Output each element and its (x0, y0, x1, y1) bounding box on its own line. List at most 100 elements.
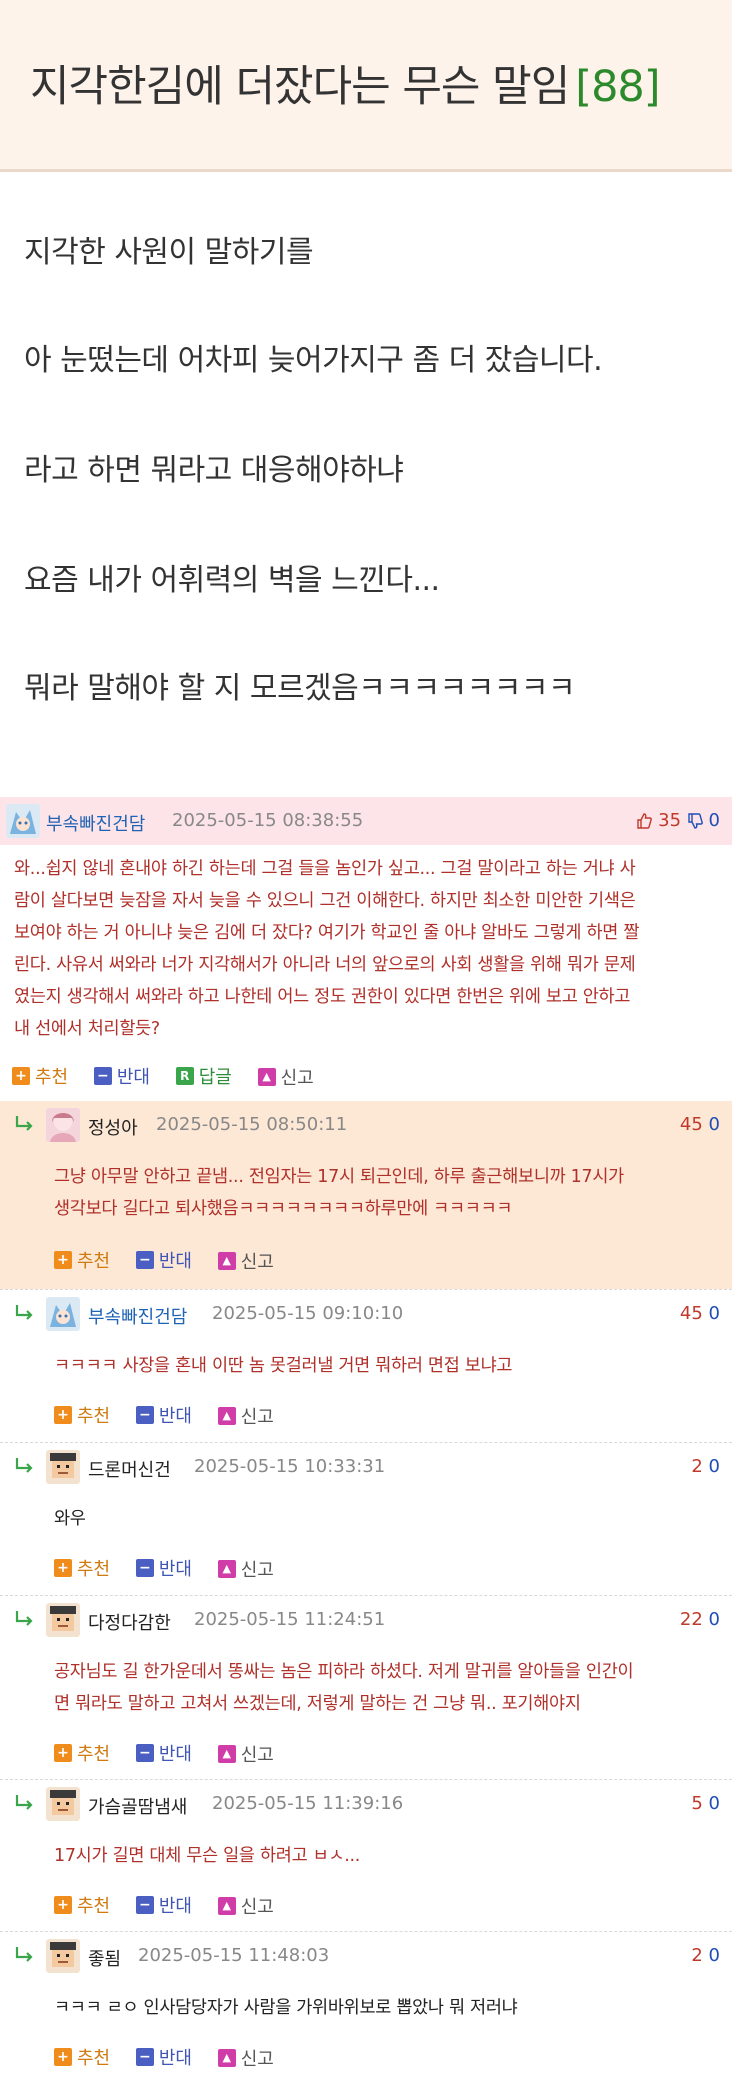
plus-icon: + (54, 1251, 72, 1269)
reply-arrow-icon (14, 1610, 34, 1628)
recommend-button[interactable]: + 추천 (54, 1892, 110, 1918)
minus-icon: − (135, 1251, 154, 1269)
recommend-button[interactable]: + 추천 (54, 1402, 110, 1428)
comment-header: 다정다감한 2025-05-15 11:24:51 22 0 (0, 1596, 732, 1644)
report-button[interactable]: ▲ 신고 (257, 1064, 314, 1090)
comment-text-line: 생각보다 길다고 퇴사했음ㅋㅋㅋㅋㅋㅋㅋㅋ하루만에 ㅋㅋㅋㅋㅋ (54, 1199, 513, 1219)
comment-text-line: 와...쉽지 않네 혼내야 하긴 하는데 그걸 들을 놈인가 싶고... 그걸 … (14, 859, 636, 879)
avatar[interactable] (46, 1939, 80, 1973)
comment-date: 2025-05-15 11:24:51 (194, 1609, 386, 1630)
recommend-button[interactable]: + 추천 (54, 2044, 110, 2070)
comment-text-line: ㅋㅋㅋ ㄹㅇ 인사담당자가 사람을 가위바위보로 뽑았나 뭐 저러냐 (54, 1998, 518, 2018)
reply-arrow-icon (14, 1304, 34, 1322)
comment-author[interactable]: 부속빠진건담 (46, 810, 145, 836)
siren-icon: ▲ (217, 1559, 236, 1578)
recommend-button[interactable]: + 추천 (12, 1063, 68, 1089)
minus-icon: − (135, 1896, 154, 1914)
comment-text: 공자님도 길 한가운데서 똥싸는 놈은 피하라 하셨다. 저게 말귀를 알아들을… (54, 1656, 724, 1720)
comment-actions: + 추천 − 반대 ▲ 신고 (54, 2044, 294, 2072)
post-body-line: 지각한 사원이 말하기를 (24, 235, 314, 270)
comment-item: 부속빠진건담 2025-05-15 09:10:10 45 0 ㅋㅋㅋㅋ 사장을… (0, 1289, 732, 1442)
vote-counts: 5 0 (691, 1793, 720, 1814)
vote-counts: 35 0 (636, 810, 720, 834)
avatar[interactable] (46, 1297, 80, 1331)
recommend-label: 추천 (77, 1744, 111, 1765)
comment-date: 2025-05-15 09:10:10 (212, 1303, 404, 1324)
report-button[interactable]: ▲ 신고 (217, 2045, 274, 2071)
avatar[interactable] (46, 1108, 80, 1142)
upvote-count: 22 (679, 1609, 703, 1630)
report-button[interactable]: ▲ 신고 (217, 1403, 274, 1429)
siren-icon: ▲ (217, 1744, 236, 1763)
oppose-button[interactable]: − 반대 (135, 2044, 192, 2070)
post-title-text: 지각한김에 더잤다는 무슨 말임 (30, 62, 570, 112)
oppose-label: 반대 (158, 1744, 192, 1765)
vote-counts: 2 0 (691, 1456, 720, 1477)
comment-text-line: 람이 살다보면 늦잠을 자서 늦을 수 있으니 그건 이해한다. 하지만 최소한… (14, 891, 636, 911)
oppose-button[interactable]: − 반대 (135, 1247, 192, 1273)
oppose-button[interactable]: − 반대 (135, 1892, 192, 1918)
avatar[interactable] (6, 804, 40, 838)
reply-icon: R (175, 1067, 194, 1085)
report-label: 신고 (240, 1744, 274, 1766)
post-title-bar: 지각한김에 더잤다는 무슨 말임 [88] (0, 0, 732, 172)
oppose-button[interactable]: − 반대 (135, 1555, 192, 1581)
comment-text: 17시가 길면 대체 무슨 일을 하려고 ㅂㅅ... (54, 1840, 724, 1872)
oppose-button[interactable]: − 반대 (135, 1402, 192, 1428)
minus-icon: − (135, 2048, 154, 2066)
comment-author[interactable]: 좋됨 (88, 1945, 121, 1971)
plus-icon: + (54, 1744, 72, 1762)
downvote-count: 0 (708, 1456, 720, 1477)
comment-actions: + 추천 − 반대 ▲ 신고 (54, 1740, 294, 1768)
downvote-count: 0 (708, 1303, 720, 1324)
comment-author[interactable]: 정성아 (88, 1114, 138, 1140)
avatar[interactable] (46, 1450, 80, 1484)
report-button[interactable]: ▲ 신고 (217, 1248, 274, 1274)
comment-author[interactable]: 부속빠진건담 (88, 1303, 187, 1329)
oppose-label: 반대 (158, 2048, 192, 2069)
comment-author[interactable]: 드론머신건 (88, 1456, 171, 1482)
comment-text: 와...쉽지 않네 혼내야 하긴 하는데 그걸 들을 놈인가 싶고... 그걸 … (14, 853, 724, 1045)
post-body-line: 아 눈떴는데 어차피 늦어가지구 좀 더 잤습니다. (24, 343, 603, 378)
comment-header: 부속빠진건담 2025-05-15 08:38:55 35 0 (0, 797, 732, 845)
recommend-label: 추천 (77, 2048, 111, 2069)
minus-icon: − (135, 1406, 154, 1424)
recommend-button[interactable]: + 추천 (54, 1555, 110, 1581)
report-label: 신고 (240, 2048, 274, 2070)
oppose-label: 반대 (158, 1251, 192, 1272)
comment-text: ㅋㅋㅋ ㄹㅇ 인사담당자가 사람을 가위바위보로 뽑았나 뭐 저러냐 (54, 1992, 724, 2024)
recommend-button[interactable]: + 추천 (54, 1740, 110, 1766)
comment-item: 가슴골땀냄새 2025-05-15 11:39:16 5 0 17시가 길면 대… (0, 1779, 732, 1931)
comment-author[interactable]: 다정다감한 (88, 1609, 171, 1635)
vote-counts: 2 0 (691, 1945, 720, 1966)
report-button[interactable]: ▲ 신고 (217, 1893, 274, 1919)
reply-button[interactable]: R 답글 (175, 1063, 232, 1089)
upvote-count: 45 (679, 1114, 703, 1135)
recommend-label: 추천 (35, 1067, 69, 1088)
report-label: 신고 (280, 1067, 314, 1089)
comment-actions: + 추천 − 반대 ▲ 신고 (54, 1555, 294, 1583)
comment-item: 다정다감한 2025-05-15 11:24:51 22 0 공자님도 길 한가… (0, 1595, 732, 1779)
plus-icon: + (54, 2048, 72, 2066)
comment-text-line: 보여야 하는 거 아니냐 늦은 김에 더 잤다? 여기가 학교인 줄 아냐 알바… (14, 923, 640, 943)
reply-arrow-icon (14, 1457, 34, 1475)
avatar[interactable] (46, 1603, 80, 1637)
comment-item: 드론머신건 2025-05-15 10:33:31 2 0 와우 + 추천 − 반대… (0, 1442, 732, 1595)
post-title: 지각한김에 더잤다는 무슨 말임 [88] (30, 52, 661, 114)
report-button[interactable]: ▲ 신고 (217, 1556, 274, 1582)
comment-header: 가슴골땀냄새 2025-05-15 11:39:16 5 0 (0, 1780, 732, 1828)
report-button[interactable]: ▲ 신고 (217, 1741, 274, 1767)
downvote-count: 0 (708, 1945, 720, 1966)
vote-counts: 22 0 (680, 1609, 720, 1630)
thumbs-down-icon (687, 813, 703, 834)
oppose-button[interactable]: − 반대 (93, 1063, 150, 1089)
comment-text-line: 17시가 길면 대체 무슨 일을 하려고 ㅂㅅ... (54, 1846, 361, 1866)
recommend-button[interactable]: + 추천 (54, 1247, 110, 1273)
siren-icon: ▲ (217, 2048, 236, 2067)
comment-author[interactable]: 가슴골땀냄새 (88, 1793, 187, 1819)
comment-count[interactable]: [88] (575, 62, 660, 112)
downvote-count: 0 (708, 810, 720, 831)
recommend-label: 추천 (77, 1559, 111, 1580)
avatar[interactable] (46, 1787, 80, 1821)
oppose-button[interactable]: − 반대 (135, 1740, 192, 1766)
